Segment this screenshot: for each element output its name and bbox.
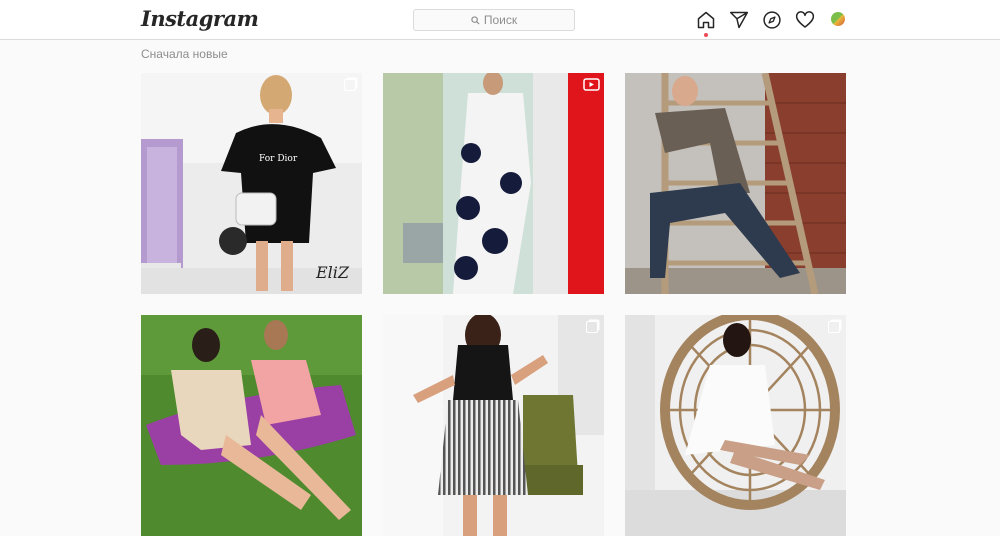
- activity-heart-icon[interactable]: [795, 10, 815, 30]
- home-icon[interactable]: [696, 10, 716, 30]
- post-thumbnail-1[interactable]: For Dior EliZ: [141, 73, 362, 294]
- post-photo: [383, 73, 604, 294]
- post-photo: [383, 315, 604, 536]
- svg-text:For Dior: For Dior: [259, 154, 298, 164]
- search-input[interactable]: Поиск: [413, 9, 575, 31]
- post-thumbnail-6[interactable]: [625, 315, 846, 536]
- post-thumbnail-5[interactable]: [383, 315, 604, 536]
- post-photo: [625, 73, 846, 294]
- top-navigation-bar: Instagram Поиск: [0, 0, 1000, 40]
- search-placeholder: Поиск: [483, 13, 518, 27]
- notification-dot: [704, 33, 708, 37]
- search-icon: [471, 15, 480, 25]
- post-thumbnail-3[interactable]: [625, 73, 846, 294]
- instagram-logo[interactable]: Instagram: [141, 6, 259, 31]
- multi-photo-icon: [586, 321, 598, 333]
- multi-photo-icon: [828, 321, 840, 333]
- sort-label: Сначала новые: [141, 47, 228, 61]
- reel-icon: [583, 78, 600, 91]
- direct-icon[interactable]: [729, 10, 749, 30]
- post-photo: For Dior EliZ: [141, 73, 362, 294]
- explore-icon[interactable]: [762, 10, 782, 30]
- post-thumbnail-2[interactable]: [383, 73, 604, 294]
- post-thumbnail-4[interactable]: [141, 315, 362, 536]
- post-photo: [625, 315, 846, 536]
- post-photo: [141, 315, 362, 536]
- watermark-text: EliZ: [315, 263, 350, 282]
- profile-avatar[interactable]: [831, 12, 845, 26]
- multi-photo-icon: [344, 79, 356, 91]
